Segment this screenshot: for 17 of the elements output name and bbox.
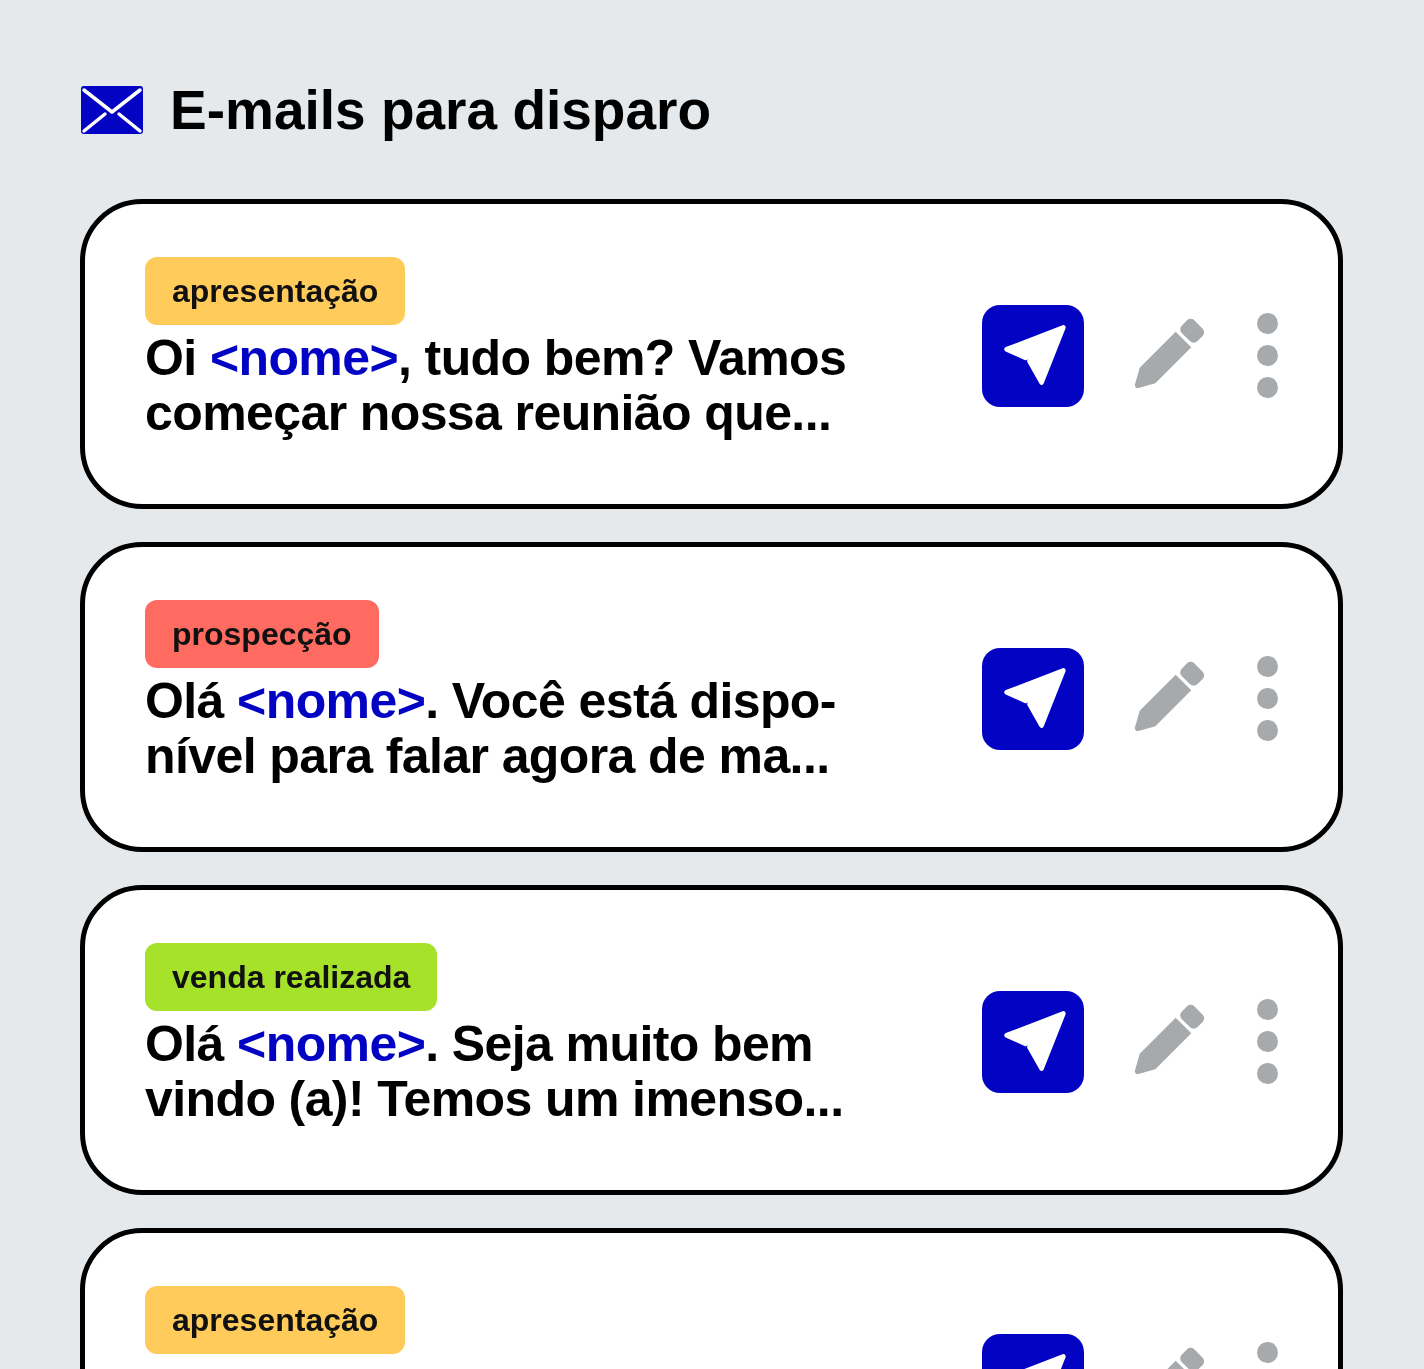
message-preview: Olá <nome>. Seja muito bem vindo (a)! Temos um imenso... [145, 1017, 844, 1127]
category-tag: venda realizada [145, 943, 438, 1011]
kebab-menu-icon[interactable] [1257, 313, 1278, 398]
category-tag: apresentação [145, 1286, 406, 1354]
paper-plane-icon [1004, 324, 1066, 385]
kebab-menu-icon[interactable] [1257, 999, 1278, 1084]
send-button[interactable] [982, 304, 1084, 407]
paper-plane-icon [1004, 1010, 1066, 1071]
message-preview: Oi <nome>, tudo bem? Vamos começar nossa reunião que... [145, 331, 847, 441]
send-button[interactable] [982, 647, 1084, 750]
category-tag: prospecção [145, 600, 379, 668]
category-tag: apresentação [145, 257, 406, 325]
envelope-icon [81, 86, 143, 134]
send-button[interactable] [982, 990, 1084, 1093]
kebab-menu-icon[interactable] [1257, 656, 1278, 741]
message-preview: Olá <nome>. Você está dispo- nível para falar agora de ma... [145, 674, 836, 784]
paper-plane-icon [1004, 667, 1066, 728]
